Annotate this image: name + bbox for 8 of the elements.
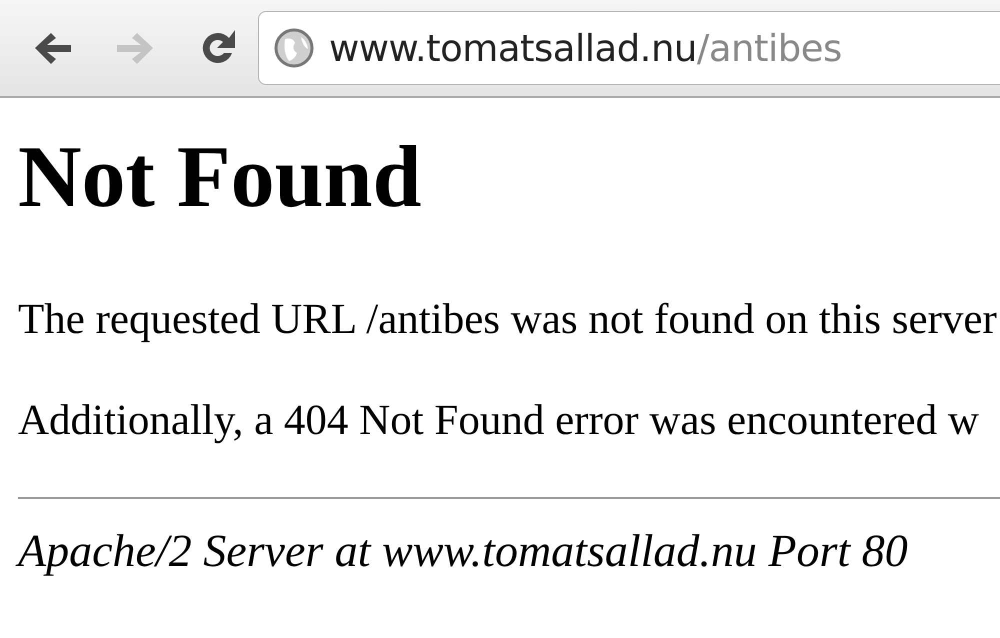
error-message: Additionally, a 404 Not Found error was encountered w [18,396,979,446]
address-bar[interactable]: www.tomatsallad.nu/antibes [258,11,1000,85]
server-signature: Apache/2 Server at www.tomatsallad.nu Port 80 [18,524,908,578]
globe-icon [273,27,315,69]
error-message: The requested URL /antibes was not found on this server [18,294,997,345]
url-path: /antibes [696,26,842,70]
url-host: www.tomatsallad.nu [329,26,697,70]
page-heading: Not Found [18,130,422,227]
